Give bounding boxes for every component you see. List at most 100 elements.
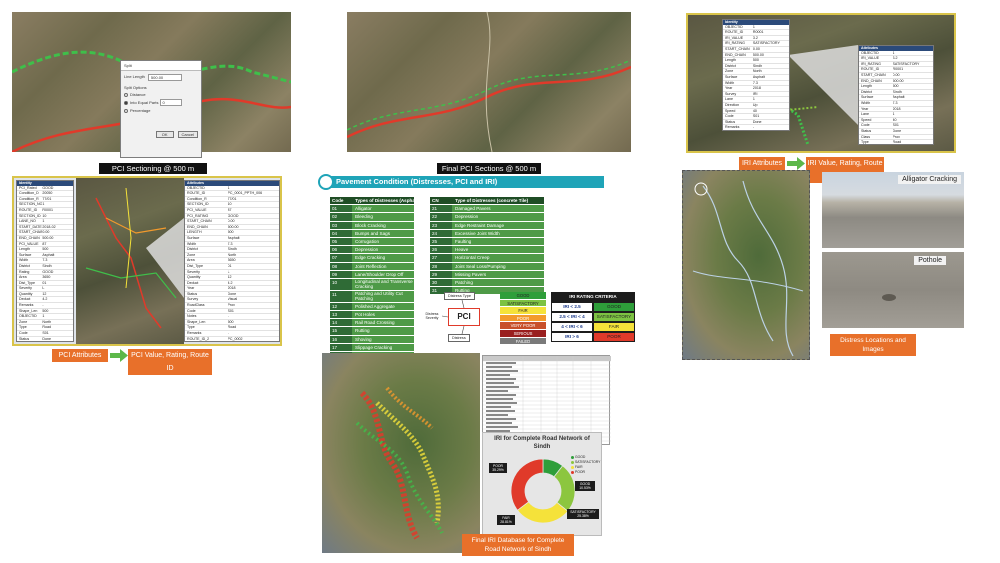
dialog-title: Split — [121, 61, 201, 71]
pci-scale-item: GOOD — [500, 292, 546, 300]
pci-scale-item: POOR — [500, 314, 546, 323]
concrete-code: 30 — [430, 278, 452, 287]
right-attribute-table: Attributes OBJECTID 1 ROUTE_ID PC_0001_PPT… — [184, 180, 280, 342]
final-pci-lines — [346, 11, 632, 153]
asphalt-row: 05 Corrugation — [330, 237, 414, 247]
asphalt-row: 15 Rutting — [330, 327, 414, 336]
asphalt-row: 17 Slippage Cracking — [330, 343, 414, 352]
distress-network — [692, 180, 804, 357]
iri-rating: GOOD — [594, 303, 634, 311]
concrete-type: Horizontal Creep — [452, 254, 544, 262]
equal-parts-field[interactable]: 0 — [160, 99, 183, 106]
concrete-type: Faulting — [452, 237, 544, 246]
asphalt-row: 07 Edge Cracking — [330, 254, 414, 263]
opt-percentage-label: Percentage — [130, 108, 151, 113]
line-length-field[interactable]: 500.00 — [147, 74, 182, 81]
asphalt-type: Joint Reflection — [352, 262, 414, 270]
asphalt-type: Longitudinal and Transverse Cracking — [352, 278, 414, 290]
concrete-code: 26 — [430, 246, 452, 254]
concrete-code: 21 — [430, 205, 452, 213]
iri-attributes-label: IRI Attributes — [739, 157, 785, 170]
pci-map — [76, 178, 184, 344]
asphalt-row: 12 Polished Aggregate — [330, 302, 414, 312]
pci-attributes-label: PCI Attributes — [52, 349, 108, 362]
iri-range: IRI < 2.5 — [552, 303, 592, 311]
asphalt-row: 13 Pot Holes — [330, 311, 414, 320]
asphalt-type: Depression — [352, 246, 414, 254]
distress-map — [682, 170, 810, 360]
split-screenshot: Split Line Length 500.00 Split Options D… — [12, 12, 291, 158]
concrete-type: Joint Seal Loss/Pumping — [452, 262, 544, 270]
asphalt-code: 11 — [330, 290, 352, 302]
radio-percentage[interactable] — [124, 108, 128, 113]
concrete-row: 26 Heave — [430, 246, 544, 255]
asphalt-type: Alligator — [352, 205, 414, 213]
donut-legend: GOOD SATISFACTORY FAIR POOR — [571, 455, 600, 475]
asphalt-row: 06 Depression — [330, 246, 414, 255]
donut-title: IRI for Complete Road Network of Sindh — [494, 436, 590, 450]
asphalt-distress-table: Code Types of Distresses (Asphalt) 01 Alli… — [330, 197, 414, 369]
donut-label-poor: POOR 35.29% — [489, 463, 507, 473]
asphalt-code: 08 — [330, 262, 352, 270]
alligator-photo: Alligator Cracking — [822, 172, 964, 248]
radio-equal-parts[interactable] — [124, 100, 128, 105]
pci-scale-item: SATISFACTORY — [500, 299, 546, 308]
iri-criteria: IRI RATING CRITERIA IRI < 2.5 GOOD 2.5 < I… — [551, 292, 635, 342]
concrete-row: 28 Joint Seal Loss/Pumping — [430, 262, 544, 271]
iri-criteria-row: 4 < IRI < 6 FAIR — [552, 323, 634, 331]
concrete-row: 22 Depression — [430, 213, 544, 222]
asphalt-type: Bleeding — [352, 213, 414, 221]
concrete-row: 25 Faulting — [430, 237, 544, 247]
legend-dot-icon — [571, 471, 574, 474]
asphalt-row: 11 Patching and Utility Cut Patching — [330, 290, 414, 303]
radio-distance[interactable] — [124, 92, 128, 97]
asphalt-row: 03 Block Cracking — [330, 221, 414, 230]
concrete-type: Patching — [452, 278, 544, 287]
banner-circle-icon — [318, 174, 334, 190]
asphalt-code: 15 — [330, 327, 352, 335]
asphalt-type: Edge Cracking — [352, 254, 414, 262]
iri-criteria-row: 2.5 < IRI < 4 SATISFACTORY — [552, 313, 634, 321]
iri-rating: SATISFACTORY — [594, 313, 634, 321]
concrete-type: Excessive Joint Width — [452, 229, 544, 237]
asphalt-type: Rail Road Crossing — [352, 319, 414, 327]
pci-value-label: PCI Value, Rating, Route ID — [128, 349, 212, 375]
pothole-label: Pothole — [914, 256, 946, 265]
legend-dot-icon — [571, 466, 574, 469]
concrete-type: Depression — [452, 213, 544, 221]
pci-attributes-screenshot: Identity PCI_Rated GOOD Condition_D 20050 … — [12, 176, 282, 346]
concrete-row: 29 Missing Pavers — [430, 270, 544, 279]
iri-donut-card: IRI for Complete Road Network of Sindh G… — [482, 432, 602, 536]
iri-range: 4 < IRI < 6 — [552, 323, 592, 331]
pothole-mark — [882, 294, 896, 301]
legend-dot-icon — [571, 456, 574, 459]
asphalt-row: 16 Shoving — [330, 335, 414, 344]
iri-criteria-row: IRI < 2.5 GOOD — [552, 303, 634, 311]
pothole-photo: Pothole — [822, 252, 964, 328]
legend-label: POOR — [575, 470, 585, 474]
left-attribute-table: Identity PCI_Rated GOOD Condition_D 20050 … — [16, 180, 74, 342]
concrete-distress-table: CN Type of Distresses (concrete Tile) 21 D… — [430, 197, 544, 296]
pci-scale-item: SERIOUS — [500, 329, 546, 338]
asphalt-row: 02 Bleeding — [330, 213, 414, 222]
asphalt-type: Rutting — [352, 327, 414, 335]
iri-criteria-row: IRI > 6 POOR — [552, 333, 634, 341]
concrete-row: 30 Patching — [430, 278, 544, 288]
pci-sectioning-caption: PCI Sectioning @ 500 m — [99, 163, 207, 174]
line-length-label: Line Length — [124, 74, 145, 79]
final-pci-caption: Final PCI Sections @ 500 m — [437, 163, 541, 174]
split-options-label: Split Options — [124, 85, 147, 90]
iri-criteria-title: IRI RATING CRITERIA — [569, 294, 617, 299]
cancel-button[interactable]: Cancel — [177, 131, 198, 138]
asphalt-header-code: Code — [330, 197, 352, 205]
donut-label-fair: FAIR 28.81% — [497, 515, 515, 525]
ok-button[interactable]: OK — [155, 131, 174, 138]
legend-dot-icon — [571, 461, 574, 464]
asphalt-code: 06 — [330, 246, 352, 254]
concrete-type: Heave — [452, 246, 544, 254]
iri-attributes-screenshot: Identity OBJECTID 1 ROUTE_ID R0001 IRI_VAL… — [686, 13, 956, 153]
donut-label-good: GOOD 10.53% — [575, 481, 595, 491]
concrete-code: 22 — [430, 213, 452, 221]
concrete-code: 23 — [430, 221, 452, 229]
final-pci-screenshot — [346, 11, 632, 153]
